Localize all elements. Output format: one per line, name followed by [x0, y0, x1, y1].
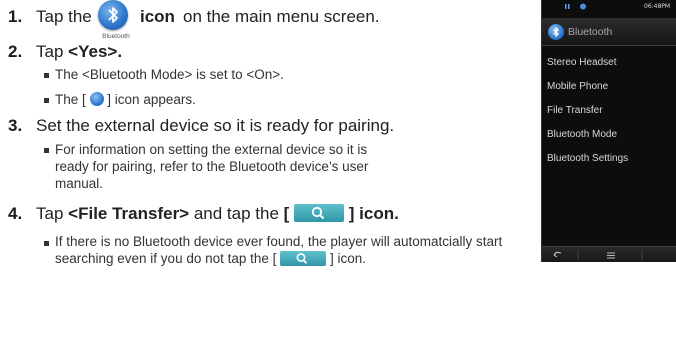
menu-item-stereo-headset[interactable]: Stereo Headset	[547, 57, 617, 68]
bullet-marker	[44, 73, 49, 78]
bullet-text: The <Bluetooth Mode> is set to <On>.	[55, 67, 284, 82]
step-number: 1.	[8, 7, 23, 26]
step-text: Set the external device so it is ready f…	[36, 116, 395, 135]
step-number: 2.	[8, 42, 23, 61]
menu-item-bluetooth-settings[interactable]: Bluetooth Settings	[547, 153, 628, 164]
search-button-image	[294, 204, 345, 222]
bullet-marker	[44, 98, 49, 103]
bottom-bar	[542, 246, 676, 262]
app-title: Bluetooth	[568, 26, 613, 38]
menu-item-bluetooth-mode[interactable]: Bluetooth Mode	[547, 129, 617, 140]
menu-lines-icon[interactable]	[607, 252, 615, 259]
bullet-text: manual.	[55, 176, 104, 191]
back-arrow-icon[interactable]	[553, 251, 562, 258]
step-text: Tap <File Transfer> and tap the [ ] icon…	[36, 204, 399, 223]
bullet-text: searching even if you do not tap the [ ]…	[55, 251, 366, 266]
icon-caption: Bluetooth	[102, 33, 130, 40]
step-text: on the main menu screen.	[183, 7, 380, 26]
bluetooth-icon	[98, 0, 128, 30]
step-number: 4.	[8, 204, 23, 223]
status-icons	[565, 3, 586, 10]
bullet-text: For information on setting the external …	[55, 142, 368, 157]
step-text: Tap the	[36, 7, 92, 26]
bullet-text: ready for pairing, refer to the Bluetoot…	[55, 159, 369, 174]
status-bar: 06:48PM	[542, 0, 676, 18]
step-number: 3.	[8, 116, 23, 135]
step-text-bold: icon	[140, 7, 175, 26]
app-header: Bluetooth	[542, 18, 676, 46]
bullet-marker	[44, 148, 49, 153]
status-time: 06:48PM	[644, 3, 671, 10]
device-screenshot: 06:48PM Bluetooth Stereo Headset Mobile …	[541, 0, 676, 262]
bullet-marker	[44, 241, 49, 246]
bluetooth-icon	[548, 24, 564, 40]
menu-item-mobile-phone[interactable]: Mobile Phone	[547, 81, 608, 92]
bullet-text: If there is no Bluetooth device ever fou…	[55, 234, 503, 249]
menu-item-file-transfer[interactable]: File Transfer	[547, 105, 603, 116]
bluetooth-small-icon	[89, 92, 104, 106]
bullet-text: The [ ] icon appears.	[55, 92, 196, 107]
search-button-image	[280, 251, 327, 266]
step-text: Tap <Yes>.	[36, 42, 123, 61]
